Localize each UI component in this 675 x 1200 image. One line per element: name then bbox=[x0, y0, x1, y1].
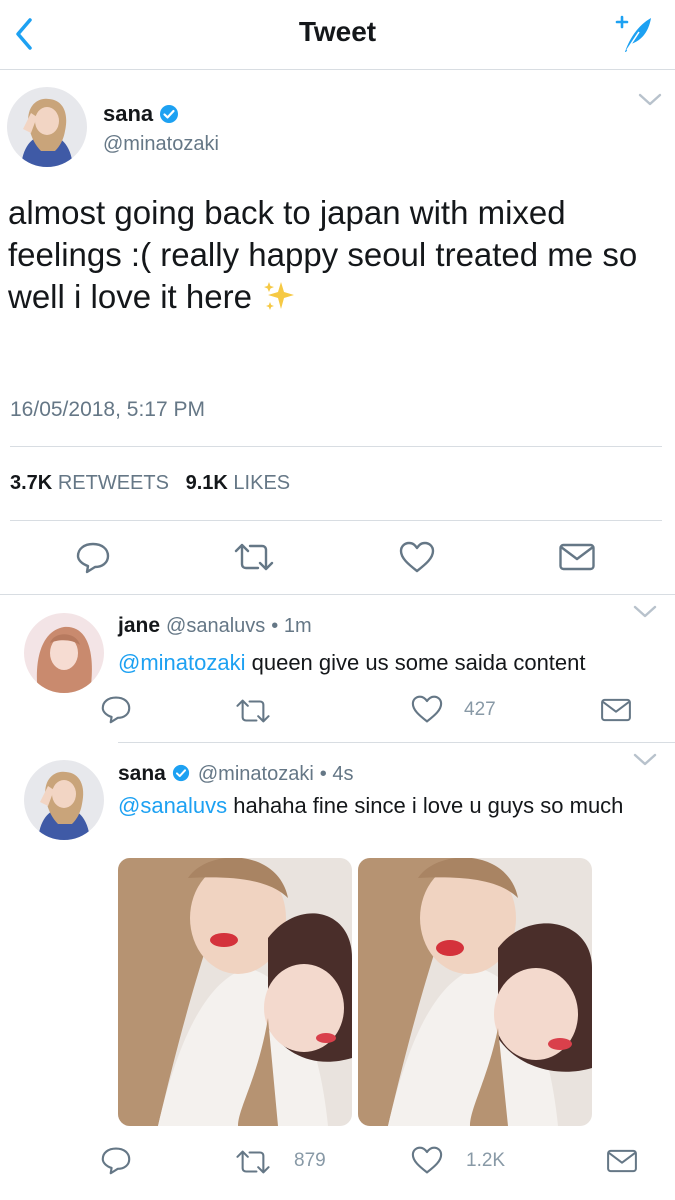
sparkles-icon bbox=[261, 278, 297, 314]
reply-options-chevron-icon[interactable] bbox=[632, 752, 658, 768]
like-heart-icon[interactable] bbox=[410, 1145, 444, 1180]
media-photo-2[interactable] bbox=[358, 858, 592, 1126]
reply-body: queen give us some saida content bbox=[245, 650, 586, 675]
share-envelope-icon[interactable] bbox=[600, 697, 632, 728]
page-title: Tweet bbox=[298, 16, 377, 47]
reply-text: @sanaluvs hahaha fine since i love u guy… bbox=[118, 791, 638, 821]
reply-body: hahaha fine since i love u guys so much bbox=[227, 793, 624, 818]
reply-icon[interactable] bbox=[75, 540, 111, 579]
engagement-stats: 3.7K RETWEETS 9.1K LIKES bbox=[10, 472, 290, 495]
tweet-options-chevron-icon[interactable] bbox=[637, 92, 663, 108]
mention-link[interactable]: @minatozaki bbox=[118, 650, 246, 675]
author-handle[interactable]: @minatozaki bbox=[103, 133, 219, 156]
retweet-icon[interactable] bbox=[234, 1147, 272, 1182]
reply-author-handle[interactable]: @sanaluvs bbox=[166, 615, 265, 638]
reply-header: jane @sanaluvs • 1m bbox=[118, 614, 312, 638]
tweet-timestamp[interactable]: 16/05/2018, 5:17 PM bbox=[10, 398, 205, 422]
divider bbox=[0, 594, 675, 595]
retweet-count: 879 bbox=[294, 1150, 326, 1171]
mention-link[interactable]: @sanaluvs bbox=[118, 793, 227, 818]
verified-badge-icon bbox=[172, 764, 192, 784]
author-name[interactable]: sana bbox=[103, 101, 153, 127]
retweets-count[interactable]: 3.7K bbox=[10, 472, 52, 494]
reply-avatar-sana[interactable] bbox=[24, 760, 104, 840]
reply-header: sana @minatozaki • 4s bbox=[118, 762, 353, 786]
reply-author-handle[interactable]: @minatozaki bbox=[198, 763, 314, 786]
retweets-label[interactable]: RETWEETS bbox=[58, 472, 169, 494]
tweet-text: almost going back to japan with mixed fe… bbox=[8, 192, 668, 318]
reply-text: @minatozaki queen give us some saida con… bbox=[118, 648, 663, 678]
share-envelope-icon[interactable] bbox=[558, 542, 596, 577]
retweet-icon[interactable] bbox=[232, 540, 276, 579]
media-photo-1[interactable] bbox=[118, 858, 352, 1126]
divider bbox=[118, 742, 675, 743]
share-envelope-icon[interactable] bbox=[606, 1148, 638, 1179]
author-avatar[interactable] bbox=[7, 87, 87, 167]
reply-options-chevron-icon[interactable] bbox=[632, 604, 658, 620]
author-name-row: sana bbox=[103, 101, 179, 127]
reply-author-name[interactable]: jane bbox=[118, 614, 160, 638]
likes-label[interactable]: LIKES bbox=[233, 472, 290, 494]
tweet-body: almost going back to japan with mixed fe… bbox=[8, 194, 638, 315]
likes-count[interactable]: 9.1K bbox=[186, 472, 228, 494]
like-count: 427 bbox=[464, 699, 496, 720]
verified-badge-icon bbox=[159, 104, 179, 124]
divider bbox=[10, 446, 662, 447]
like-heart-icon[interactable] bbox=[410, 694, 444, 729]
like-count: 1.2K bbox=[466, 1150, 506, 1171]
divider bbox=[10, 520, 662, 521]
reply-icon[interactable] bbox=[100, 694, 132, 729]
reply-avatar-jane[interactable] bbox=[24, 613, 104, 693]
reply-author-name[interactable]: sana bbox=[118, 762, 166, 786]
top-navigation-bar: Tweet bbox=[0, 0, 675, 70]
reply-time: • 1m bbox=[271, 614, 312, 637]
retweet-icon[interactable] bbox=[234, 696, 272, 731]
like-heart-icon[interactable] bbox=[398, 540, 436, 579]
reply-icon[interactable] bbox=[100, 1145, 132, 1180]
compose-feather-icon[interactable] bbox=[607, 10, 657, 58]
reply-time: • 4s bbox=[319, 762, 354, 785]
